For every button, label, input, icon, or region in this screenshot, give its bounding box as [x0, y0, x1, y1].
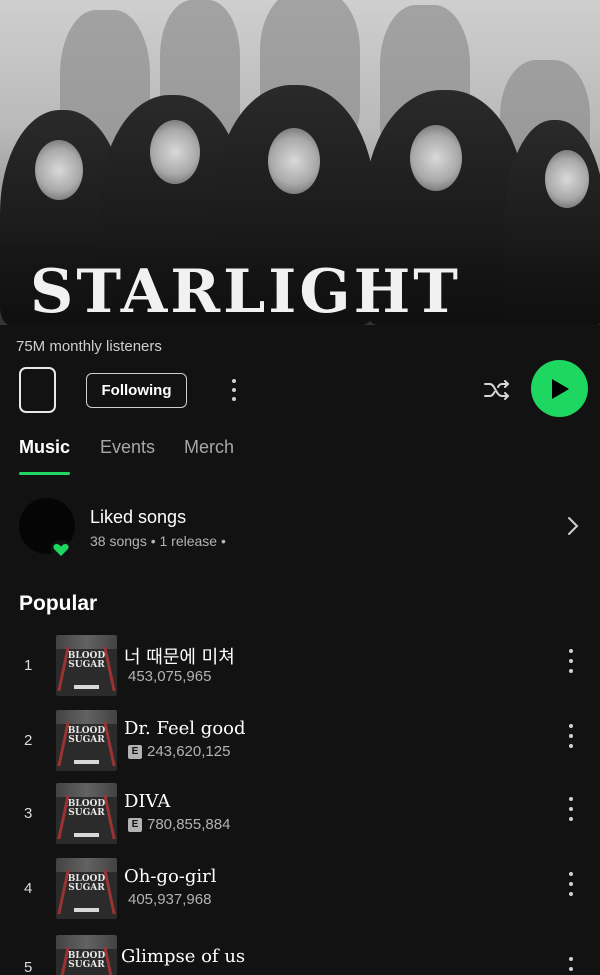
more-options-icon[interactable]: [566, 957, 576, 975]
track-rank: 1: [24, 657, 33, 674]
album-cover: BLOOD SUGAR: [56, 635, 117, 696]
track-row[interactable]: 2 BLOOD SUGAR Dr. Feel good E 243,620,125: [0, 710, 600, 776]
popular-heading: Popular: [19, 592, 98, 615]
more-options-icon[interactable]: [566, 872, 576, 896]
explicit-badge: E: [128, 817, 142, 832]
track-rank: 3: [24, 805, 33, 822]
track-row[interactable]: 1 BLOOD SUGAR 너 때문에 미쳐 453,075,965: [0, 635, 600, 701]
album-cover: BLOOD SUGAR: [56, 935, 117, 975]
track-title: Dr. Feel good: [124, 718, 246, 739]
track-rank: 4: [24, 880, 33, 897]
artist-thumbnail-button[interactable]: [19, 367, 56, 413]
play-icon: [551, 378, 569, 399]
liked-songs-title: Liked songs: [90, 507, 187, 527]
heart-icon: [51, 540, 71, 560]
track-row[interactable]: 4 BLOOD SUGAR Oh-go-girl 405,937,968: [0, 858, 600, 924]
monthly-listeners: 75M monthly listeners: [16, 338, 162, 355]
tab-merch[interactable]: Merch: [184, 437, 234, 458]
following-button[interactable]: Following: [86, 373, 187, 408]
album-cover: BLOOD SUGAR: [56, 710, 117, 771]
artist-name: STARLIGHT: [30, 257, 461, 325]
active-tab-indicator: [19, 472, 70, 475]
track-plays: 405,937,968: [128, 891, 212, 908]
more-options-icon[interactable]: [224, 375, 244, 405]
tab-events[interactable]: Events: [100, 437, 155, 458]
track-row[interactable]: 5 BLOOD SUGAR Glimpse of us: [0, 935, 600, 975]
track-rank: 5: [24, 959, 33, 975]
album-cover: BLOOD SUGAR: [56, 783, 117, 844]
track-title: DIVA: [124, 791, 171, 812]
track-row[interactable]: 3 BLOOD SUGAR DIVA E 780,855,884: [0, 783, 600, 849]
track-title: Oh-go-girl: [124, 866, 217, 887]
more-options-icon[interactable]: [566, 724, 576, 748]
chevron-right-icon: [562, 514, 582, 538]
track-plays: E 780,855,884: [128, 816, 230, 833]
play-button[interactable]: [531, 360, 588, 417]
track-plays: E 243,620,125: [128, 743, 230, 760]
more-options-icon[interactable]: [566, 797, 576, 821]
album-cover: BLOOD SUGAR: [56, 858, 117, 919]
tab-music[interactable]: Music: [19, 437, 70, 458]
track-title: Glimpse of us: [121, 946, 246, 967]
track-plays: 453,075,965: [128, 668, 212, 685]
artist-header-image: STARLIGHT: [0, 0, 600, 325]
liked-songs-subtitle: 38 songs • 1 release •: [90, 533, 226, 549]
explicit-badge: E: [128, 744, 142, 759]
liked-songs-row[interactable]: Liked songs 38 songs • 1 release •: [0, 496, 600, 562]
more-options-icon[interactable]: [566, 649, 576, 673]
shuffle-icon[interactable]: [481, 374, 513, 406]
track-rank: 2: [24, 732, 33, 749]
track-title: 너 때문에 미쳐: [124, 647, 235, 668]
